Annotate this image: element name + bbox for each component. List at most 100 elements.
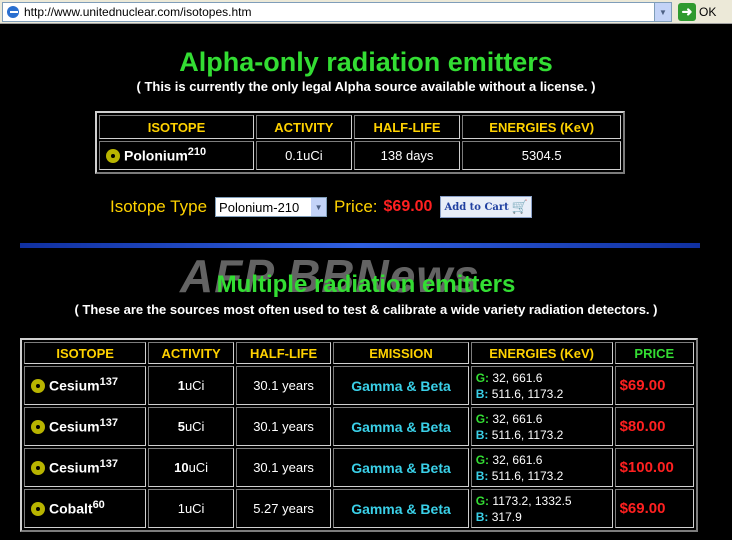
isotope-mass: 137 (99, 376, 118, 389)
activity-cell: 10uCi (148, 448, 234, 487)
add-to-cart-label[interactable]: Add to Cart (444, 202, 508, 213)
radiation-icon (106, 148, 120, 163)
order-form: Isotope Type Polonium-210 ▼ Price: $69.0… (110, 196, 532, 218)
beta-prefix: B: (475, 427, 489, 442)
gamma-values: 1173.2, 1332.5 (492, 493, 572, 508)
price-cell: $100.00 (614, 448, 694, 487)
alpha-title: Alpha-only radiation emitters (179, 47, 553, 77)
go-arrow-icon[interactable]: ➜ (678, 3, 696, 21)
emission-cell: Gamma & Beta (333, 489, 469, 528)
beta-prefix: B: (475, 468, 489, 483)
page-icon (6, 5, 20, 19)
isotope-cell: Cesium137 (24, 407, 147, 446)
gamma-values: 32, 661.6 (492, 411, 543, 426)
price-value: $69.00 (383, 198, 433, 215)
isotope-mass: 137 (99, 458, 118, 471)
emission-cell: Gamma & Beta (333, 366, 469, 405)
col-energies: ENERGIES (KeV) (470, 342, 613, 364)
isotope-mass: 60 (92, 499, 105, 512)
emission-cell: Gamma & Beta (333, 448, 469, 487)
select-value[interactable]: Polonium-210 (216, 200, 311, 215)
multiple-table: ISOTOPE ACTIVITY HALF-LIFE EMISSION ENER… (20, 338, 698, 532)
isotope-mass: 137 (99, 417, 118, 430)
isotope-name: Polonium (124, 147, 188, 164)
divider-bar (20, 243, 700, 248)
address-url[interactable]: http://www.unitednuclear.com/isotopes.ht… (24, 5, 654, 19)
isotope-name: Cesium (49, 459, 100, 476)
gamma-prefix: G: (475, 411, 490, 426)
beta-values: 511.6, 1173.2 (491, 468, 564, 483)
multiple-subtitle: ( These are the sources most often used … (74, 302, 658, 317)
col-energies: ENERGIES (KeV) (462, 115, 621, 139)
add-to-cart-button[interactable]: Add to Cart 🛒 (440, 196, 532, 218)
go-label[interactable]: OK (699, 5, 716, 19)
radiation-icon (31, 501, 45, 516)
shopping-cart-icon[interactable]: 🛒 (512, 199, 528, 215)
gamma-prefix: G: (475, 370, 490, 385)
chevron-down-icon[interactable]: ▼ (311, 198, 327, 216)
browser-toolbar: http://www.unitednuclear.com/isotopes.ht… (0, 0, 732, 24)
activity-unit: uCi (184, 419, 205, 434)
gamma-values: 32, 661.6 (492, 370, 543, 385)
table-row: Cesium137 5uCi 30.1 years Gamma & Beta G… (24, 407, 694, 446)
isotope-name: Cobalt (49, 500, 93, 517)
activity-unit: uCi (184, 501, 205, 516)
beta-prefix: B: (475, 509, 489, 524)
gamma-prefix: G: (475, 493, 490, 508)
table-row: Cesium137 10uCi 30.1 years Gamma & Beta … (24, 448, 694, 487)
alpha-table: ISOTOPE ACTIVITY HALF-LIFE ENERGIES (KeV… (95, 111, 625, 174)
isotope-type-label: Isotope Type (110, 197, 208, 216)
radiation-icon (31, 460, 45, 475)
page-content: Alpha-only radiation emitters ( This is … (0, 24, 732, 540)
price-cell: $80.00 (614, 407, 694, 446)
address-bar[interactable]: http://www.unitednuclear.com/isotopes.ht… (2, 2, 672, 22)
activity-number: 5 (177, 419, 185, 434)
energies-cell: 5304.5 (462, 141, 621, 170)
emission-cell: Gamma & Beta (333, 407, 469, 446)
activity-cell: 1uCi (148, 489, 234, 528)
address-dropdown-icon[interactable]: ▼ (654, 3, 671, 21)
price-cell: $69.00 (614, 489, 694, 528)
beta-values: 511.6, 1173.2 (491, 427, 564, 442)
half-life-cell: 30.1 years (235, 366, 332, 405)
half-life-cell: 5.27 years (235, 489, 332, 528)
activity-cell: 1uCi (148, 366, 234, 405)
energies-cell: G: 32, 661.6 B: 511.6, 1173.2 (470, 407, 613, 446)
activity-number: 10 (174, 460, 189, 475)
isotope-cell: Cobalt60 (24, 489, 147, 528)
col-activity: ACTIVITY (148, 342, 234, 364)
col-price: PRICE (614, 342, 694, 364)
energies-cell: G: 32, 661.6 B: 511.6, 1173.2 (470, 366, 613, 405)
table-row: Cobalt60 1uCi 5.27 years Gamma & Beta G:… (24, 489, 694, 528)
table-row: Polonium210 0.1uCi 138 days 5304.5 (99, 141, 621, 170)
beta-values: 317.9 (491, 509, 522, 524)
half-life-cell: 30.1 years (235, 448, 332, 487)
gamma-prefix: G: (475, 452, 490, 467)
isotope-cell: Cesium137 (24, 448, 147, 487)
activity-cell: 0.1uCi (256, 141, 352, 170)
table-row: Cesium137 1uCi 30.1 years Gamma & Beta G… (24, 366, 694, 405)
radiation-icon (31, 419, 45, 434)
activity-number: 1 (177, 378, 185, 393)
activity-number: 1 (177, 501, 185, 516)
col-half-life: HALF-LIFE (235, 342, 332, 364)
activity-unit: uCi (188, 460, 209, 475)
gamma-values: 32, 661.6 (492, 452, 543, 467)
go-button[interactable]: ➜ OK (678, 3, 716, 21)
isotope-name: Cesium (49, 418, 100, 435)
col-activity: ACTIVITY (256, 115, 352, 139)
isotope-name: Cesium (49, 377, 100, 394)
activity-cell: 5uCi (148, 407, 234, 446)
multiple-title: Multiple radiation emitters (216, 271, 516, 298)
isotope-type-select[interactable]: Polonium-210 ▼ (215, 197, 328, 217)
alpha-subtitle: ( This is currently the only legal Alpha… (136, 79, 596, 94)
radiation-icon (31, 378, 45, 393)
beta-prefix: B: (475, 386, 489, 401)
activity-unit: uCi (184, 378, 205, 393)
col-isotope: ISOTOPE (24, 342, 147, 364)
col-half-life: HALF-LIFE (353, 115, 461, 139)
price-label: Price: (334, 197, 378, 216)
col-emission: EMISSION (333, 342, 469, 364)
energies-cell: G: 1173.2, 1332.5 B: 317.9 (470, 489, 613, 528)
energies-cell: G: 32, 661.6 B: 511.6, 1173.2 (470, 448, 613, 487)
